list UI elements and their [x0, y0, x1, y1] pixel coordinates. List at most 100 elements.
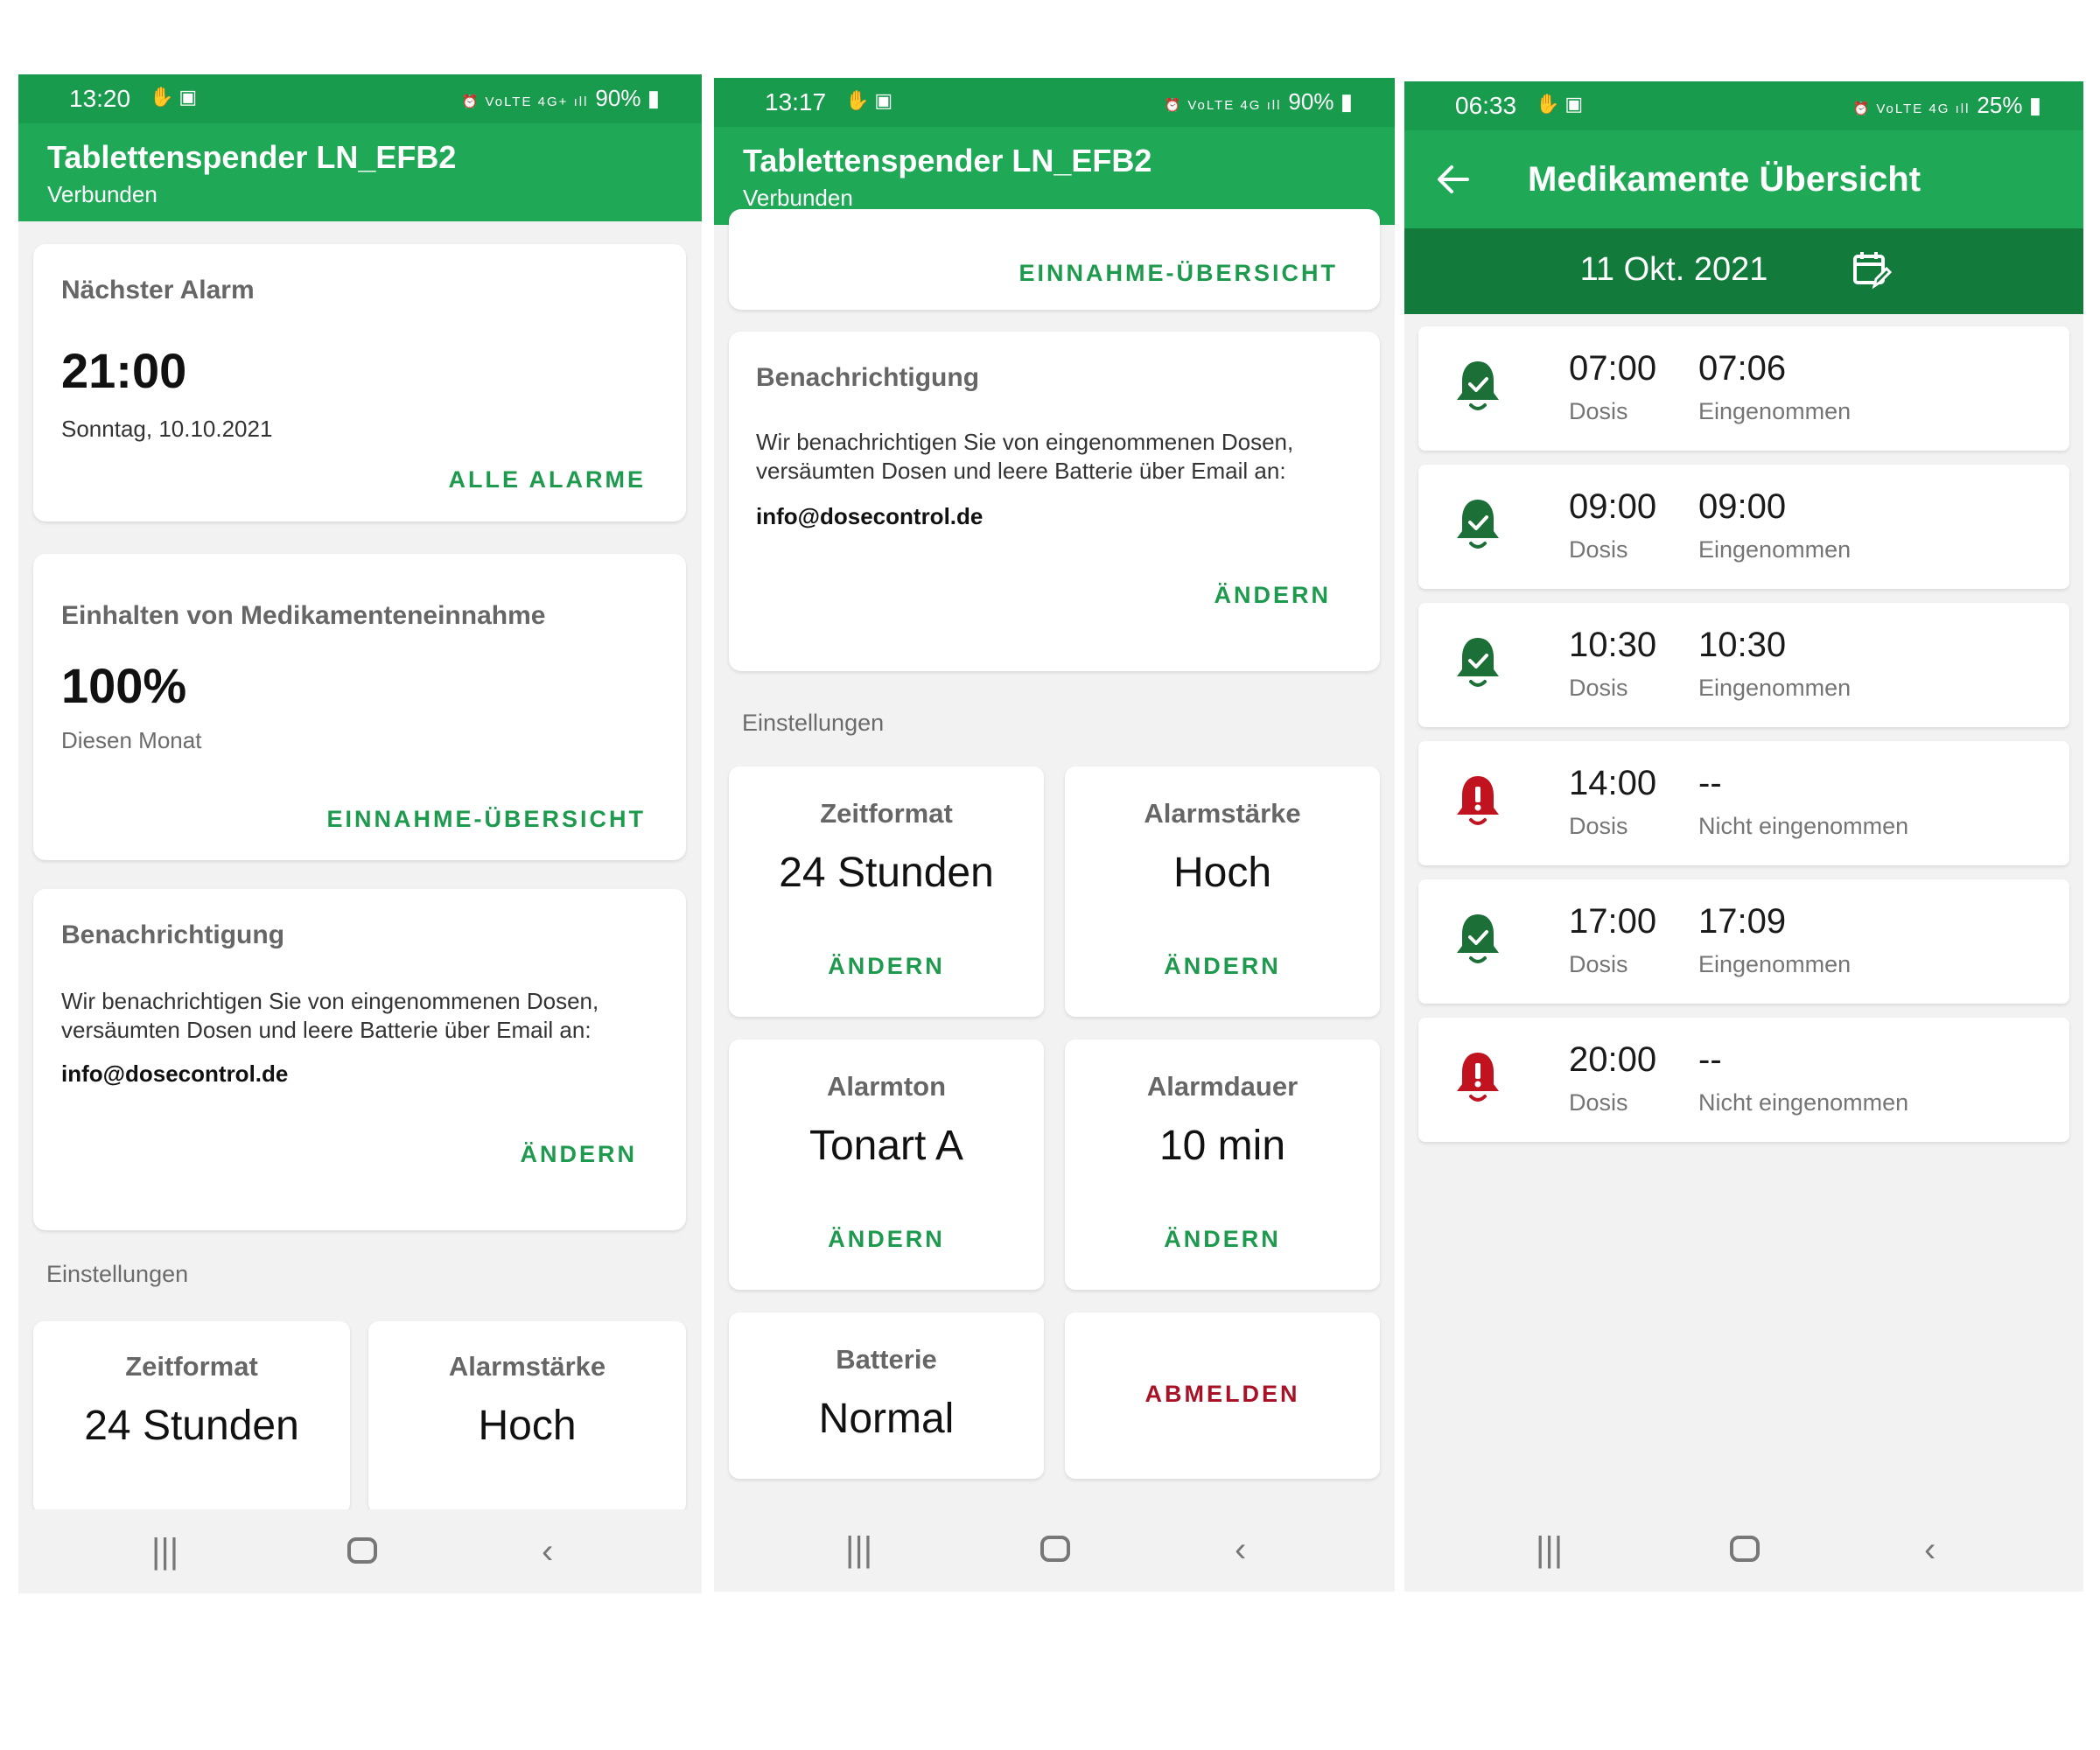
status-time: 13:20 — [69, 85, 131, 112]
dose-state: Eingenommen — [1698, 398, 1852, 424]
alarm-duration-tile: Alarmdauer 10 min ÄNDERN — [1065, 1040, 1380, 1290]
connection-status: Verbunden — [47, 181, 158, 207]
dose-state: Eingenommen — [1698, 951, 1852, 977]
status-bar: 13:20 ✋▣ ⏰ VoLTE 4G+ ıll 90% ▮ — [18, 74, 702, 123]
dose-state: Nicht eingenommen — [1698, 1089, 1909, 1116]
tile-label: Alarmstärke — [448, 1351, 606, 1382]
all-alarms-button[interactable]: ALLE ALARME — [449, 466, 646, 494]
alarm-volume-tile[interactable]: Alarmstärke Hoch — [368, 1321, 686, 1514]
dose-planned-time: 10:30 — [1569, 626, 1657, 664]
card-title: Benachrichtigung — [61, 920, 285, 949]
logout-button[interactable]: ABMELDEN — [1065, 1381, 1380, 1408]
dose-row[interactable]: 17:00 Dosis 17:09 Eingenommen — [1418, 879, 2069, 1004]
dose-taken-time: 17:09 — [1698, 902, 1787, 941]
notification-card: Benachrichtigung Wir benachrichtigen Sie… — [729, 332, 1380, 671]
tile-label: Alarmton — [826, 1071, 947, 1102]
dose-label: Dosis — [1569, 951, 1628, 977]
change-alarm-volume-button[interactable]: ÄNDERN — [1065, 953, 1380, 980]
app-bar: Medikamente Übersicht — [1404, 130, 2083, 228]
notification-email: info@dosecontrol.de — [756, 503, 984, 529]
tile-label: Alarmdauer — [1146, 1071, 1298, 1102]
signal-icons: ⏰ VoLTE 4G+ ıll — [461, 94, 589, 109]
status-bar: 06:33 ✋▣ ⏰ VoLTE 4G ıll 25% ▮ — [1404, 81, 2083, 130]
settings-section-label: Einstellungen — [742, 710, 885, 736]
dose-planned-time: 20:00 — [1569, 1040, 1657, 1079]
tile-value: 10 min — [1158, 1123, 1286, 1169]
phone-screen-medication-overview: 06:33 ✋▣ ⏰ VoLTE 4G ıll 25% ▮ Medikamente… — [1404, 81, 2083, 1592]
dose-label: Dosis — [1569, 536, 1628, 563]
adherence-card-partial: EINNAHME-ÜBERSICHT — [729, 209, 1380, 310]
tile-value: Hoch — [1172, 850, 1272, 896]
date-bar[interactable]: 11 Okt. 2021 — [1404, 228, 2083, 314]
logout-tile[interactable]: ABMELDEN — [1065, 1312, 1380, 1479]
dose-planned-time: 09:00 — [1569, 487, 1657, 526]
bell-check-icon — [1457, 914, 1499, 963]
battery-tile: Batterie Normal — [729, 1312, 1044, 1479]
recent-apps-icon[interactable]: ||| — [151, 1532, 178, 1571]
change-alarm-tone-button[interactable]: ÄNDERN — [729, 1226, 1044, 1253]
dose-row[interactable]: 09:00 Dosis 09:00 Eingenommen — [1418, 465, 2069, 589]
tile-value: Tonart A — [808, 1123, 964, 1169]
battery-level: 25% — [1977, 92, 2023, 118]
tile-label: Alarmstärke — [1144, 798, 1301, 829]
bell-check-icon — [1457, 361, 1499, 410]
tile-label: Batterie — [836, 1344, 937, 1375]
change-notification-button[interactable]: ÄNDERN — [1214, 582, 1331, 609]
status-right: ⏰ VoLTE 4G ıll 25% ▮ — [1852, 92, 2041, 119]
notification-text-line-1: Wir benachrichtigen Sie von eingenommene… — [61, 988, 599, 1014]
phone-screen-home: 13:20 ✋▣ ⏰ VoLTE 4G+ ıll 90% ▮ Tablettens… — [18, 74, 702, 1593]
intake-overview-button[interactable]: EINNAHME-ÜBERSICHT — [1019, 260, 1339, 287]
intake-overview-button[interactable]: EINNAHME-ÜBERSICHT — [327, 806, 647, 833]
dose-label: Dosis — [1569, 813, 1628, 839]
dose-taken-time: -- — [1698, 1040, 1722, 1079]
notification-email: info@dosecontrol.de — [61, 1060, 289, 1087]
signal-icons: ⏰ VoLTE 4G ıll — [1852, 102, 1970, 116]
battery-icon: ▮ — [1340, 88, 1353, 115]
back-icon[interactable]: ‹ — [1235, 1530, 1246, 1569]
recent-apps-icon[interactable]: ||| — [845, 1530, 872, 1569]
dose-row[interactable]: 10:30 Dosis 10:30 Eingenommen — [1418, 603, 2069, 727]
alarm-volume-tile: Alarmstärke Hoch ÄNDERN — [1065, 766, 1380, 1017]
home-icon[interactable] — [1730, 1536, 1760, 1562]
home-icon[interactable] — [347, 1537, 377, 1564]
app-title: Tablettenspender LN_EFB2 — [47, 139, 457, 175]
dose-label: Dosis — [1569, 398, 1628, 424]
battery-icon: ▮ — [647, 85, 660, 111]
change-time-format-button[interactable]: ÄNDERN — [729, 953, 1044, 980]
home-icon[interactable] — [1040, 1536, 1070, 1562]
tile-label: Zeitformat — [820, 798, 953, 829]
selected-date: 11 Okt. 2021 — [1579, 251, 1768, 288]
status-time: 13:17 — [765, 88, 827, 116]
dose-taken-time: 09:00 — [1698, 487, 1787, 526]
calendar-edit-icon[interactable] — [1852, 249, 1892, 290]
recent-apps-icon[interactable]: ||| — [1536, 1530, 1563, 1569]
dose-label: Dosis — [1569, 675, 1628, 701]
signal-icons: ⏰ VoLTE 4G ıll — [1164, 98, 1282, 113]
bell-alert-icon — [1457, 1053, 1499, 1102]
back-arrow-icon[interactable] — [1436, 164, 1471, 195]
alarm-tone-tile: Alarmton Tonart A ÄNDERN — [729, 1040, 1044, 1290]
next-alarm-time: 21:00 — [61, 343, 187, 398]
dose-row[interactable]: 07:00 Dosis 07:06 Eingenommen — [1418, 326, 2069, 451]
dose-row[interactable]: 14:00 Dosis -- Nicht eingenommen — [1418, 741, 2069, 865]
dose-label: Dosis — [1569, 1089, 1628, 1116]
change-alarm-duration-button[interactable]: ÄNDERN — [1065, 1226, 1380, 1253]
dose-row[interactable]: 20:00 Dosis -- Nicht eingenommen — [1418, 1018, 2069, 1142]
change-notification-button[interactable]: ÄNDERN — [520, 1141, 637, 1168]
dose-taken-time: 07:06 — [1698, 349, 1787, 388]
dose-taken-time: 10:30 — [1698, 626, 1787, 664]
back-icon[interactable]: ‹ — [542, 1532, 553, 1571]
dose-taken-time: -- — [1698, 764, 1722, 802]
next-alarm-card: Nächster Alarm 21:00 Sonntag, 10.10.2021… — [33, 244, 686, 522]
tile-label: Zeitformat — [125, 1351, 258, 1382]
card-title: Benachrichtigung — [756, 363, 980, 392]
back-icon[interactable]: ‹ — [1924, 1530, 1936, 1569]
time-format-tile: Zeitformat 24 Stunden ÄNDERN — [729, 766, 1044, 1017]
dose-planned-time: 14:00 — [1569, 764, 1657, 802]
time-format-tile[interactable]: Zeitformat 24 Stunden — [33, 1321, 350, 1514]
dose-state: Eingenommen — [1698, 675, 1852, 701]
next-alarm-date: Sonntag, 10.10.2021 — [61, 416, 273, 442]
settings-section-label: Einstellungen — [46, 1261, 189, 1287]
card-title: Einhalten von Medikamenteneinnahme — [61, 601, 546, 630]
tile-value: Hoch — [478, 1403, 577, 1449]
